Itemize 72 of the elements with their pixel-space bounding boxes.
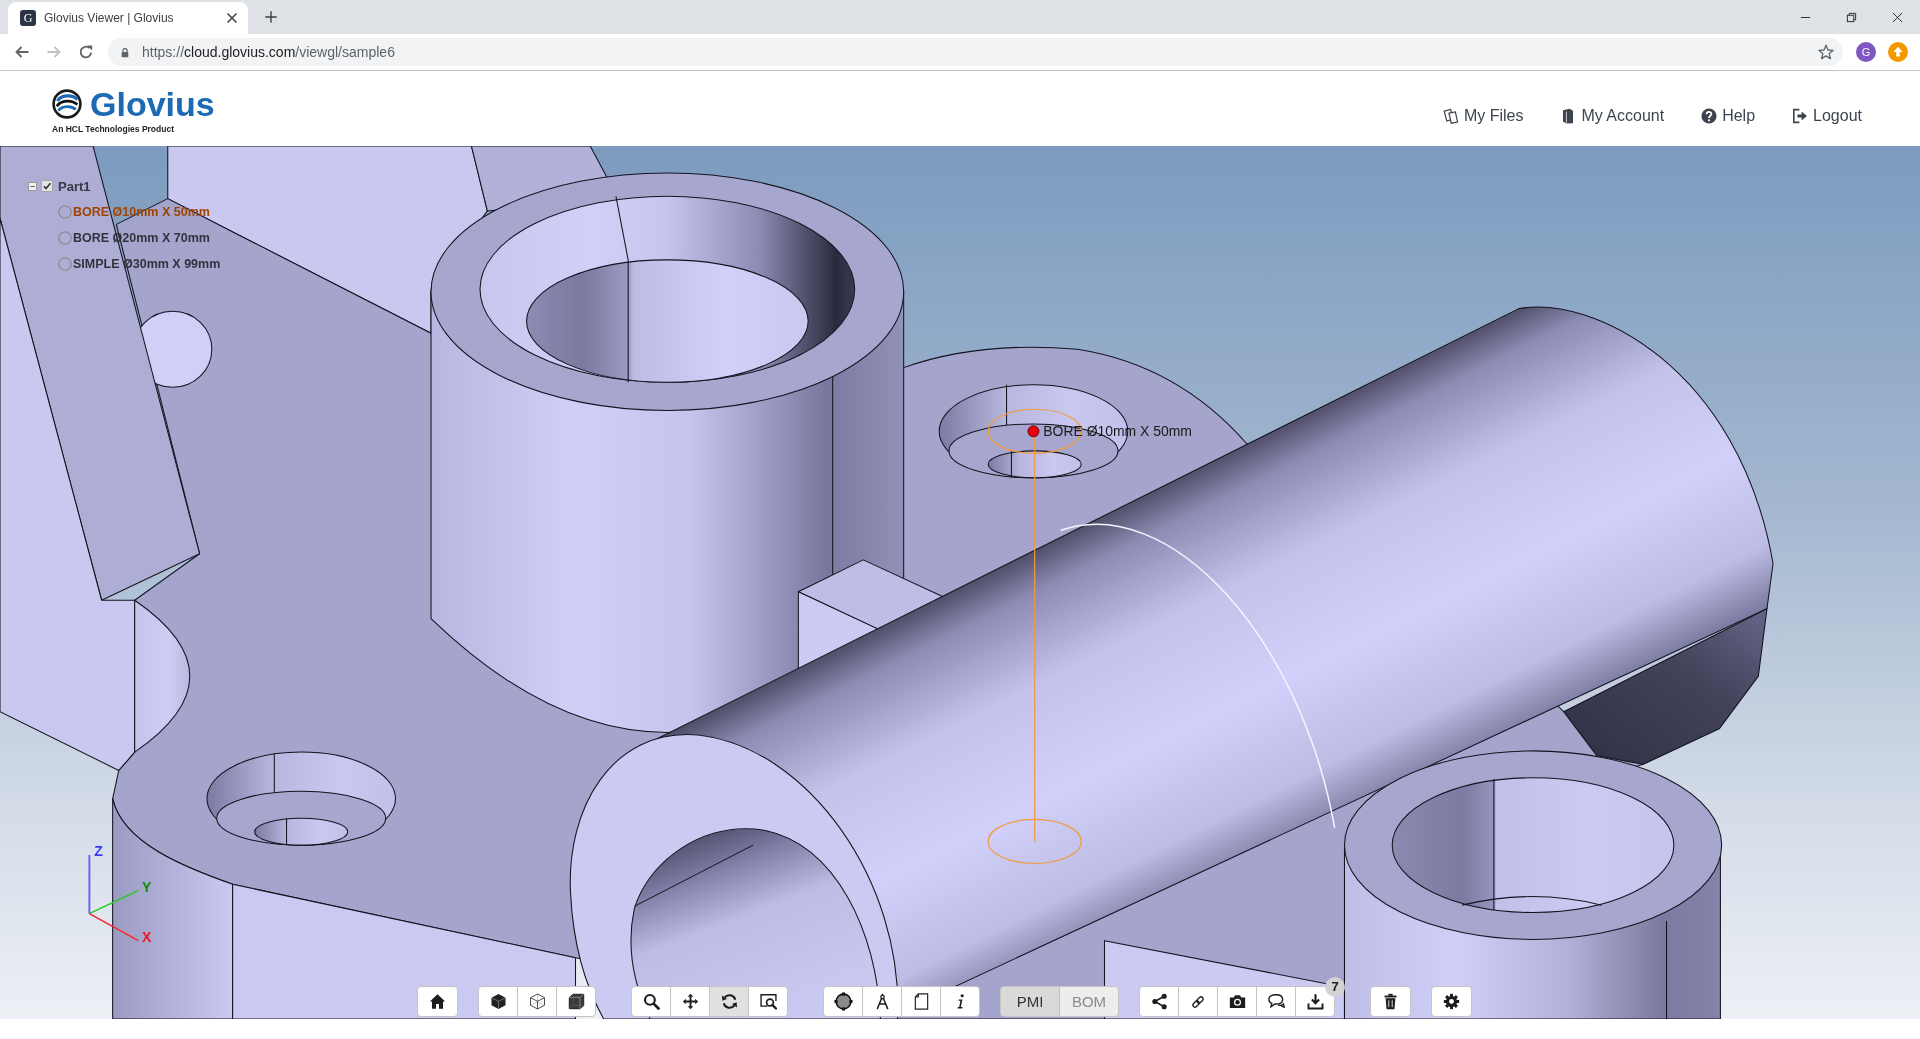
page-icon (912, 993, 930, 1010)
reload-icon[interactable] (78, 44, 94, 60)
circle-handles-icon (833, 992, 853, 1011)
axis-label: X (142, 928, 152, 945)
star-icon[interactable] (1818, 44, 1834, 60)
speech-bubbles-icon (1267, 993, 1285, 1010)
trash-icon (1382, 993, 1399, 1010)
settings-button[interactable] (1431, 986, 1472, 1017)
radio-button[interactable] (58, 205, 72, 219)
rotate-button[interactable] (709, 986, 749, 1017)
measure-button[interactable] (862, 986, 902, 1017)
nav-link[interactable]: Logout (1792, 107, 1862, 125)
camera-icon (1228, 993, 1246, 1010)
logo-wordmark[interactable]: Glovius (90, 85, 215, 122)
axis-label: Z (94, 843, 103, 860)
cad-part-drawing[interactable] (0, 146, 1774, 1019)
logo-tagline: An HCL Technologies Product (52, 123, 175, 134)
point-marker-icon[interactable] (1027, 425, 1040, 438)
rotate-arrows-icon (720, 993, 738, 1010)
download-icon (1306, 993, 1324, 1010)
close-icon[interactable] (224, 10, 240, 26)
restore-icon[interactable] (1845, 11, 1857, 23)
close-icon[interactable] (1891, 11, 1903, 23)
move-arrows-icon (681, 993, 699, 1010)
delete-button[interactable] (1370, 986, 1411, 1017)
axis-label: Y (142, 878, 152, 895)
z-axis-line (88, 854, 91, 915)
settings-icon (1443, 993, 1460, 1010)
plus-icon[interactable] (264, 10, 278, 24)
nav-link[interactable]: Help (1701, 107, 1756, 125)
files-icon (1442, 108, 1459, 124)
checkbox[interactable] (41, 180, 53, 192)
zoom-button[interactable] (631, 986, 671, 1017)
address-bar[interactable]: https://cloud.glovius.com/viewgl/sample6 (108, 38, 1843, 66)
lock-icon (120, 46, 130, 58)
wireframe-view-button[interactable] (517, 986, 557, 1017)
snapshot-button[interactable] (1217, 986, 1257, 1017)
shaded-view-button[interactable] (478, 986, 518, 1017)
comment-button[interactable] (1256, 986, 1296, 1017)
radio-button[interactable] (58, 257, 72, 271)
logout-icon (1792, 108, 1809, 124)
sheet-button[interactable] (901, 986, 941, 1017)
home-button[interactable] (417, 986, 458, 1017)
solid-cube-icon (489, 993, 507, 1010)
edge-view-button[interactable] (556, 986, 596, 1017)
magnifier-frame-icon (759, 993, 777, 1010)
x-axis-line (88, 912, 140, 942)
tree-item-label[interactable]: Part1 (58, 178, 91, 194)
share-icon (1150, 993, 1168, 1010)
share-button[interactable] (1139, 986, 1179, 1017)
swirl-logo-icon[interactable] (52, 88, 82, 119)
wireframe-cube-icon (528, 993, 546, 1010)
select-button[interactable] (823, 986, 863, 1017)
nav-link[interactable]: My Account (1560, 107, 1665, 125)
link-icon (1191, 994, 1205, 1009)
radio-button[interactable] (58, 231, 72, 245)
zoom-area-button[interactable] (748, 986, 788, 1017)
url-text: https://cloud.glovius.com/viewgl/sample6 (142, 44, 395, 60)
collapse-icon[interactable] (28, 181, 37, 191)
search-icon (642, 993, 660, 1010)
nav-link[interactable]: My Files (1442, 107, 1524, 125)
pan-button[interactable] (670, 986, 710, 1017)
edged-cube-icon (567, 993, 585, 1010)
y-axis-line (88, 889, 140, 915)
browser-tab[interactable]: G Glovius Viewer | Glovius (8, 2, 248, 34)
home-icon (429, 993, 446, 1010)
profile-avatar[interactable]: G (1856, 42, 1876, 62)
favicon: G (20, 10, 36, 26)
panel-tab[interactable]: PMI (1000, 986, 1060, 1017)
help-icon (1701, 108, 1718, 124)
link-button[interactable] (1178, 986, 1218, 1017)
back-arrow-icon[interactable] (14, 44, 30, 60)
